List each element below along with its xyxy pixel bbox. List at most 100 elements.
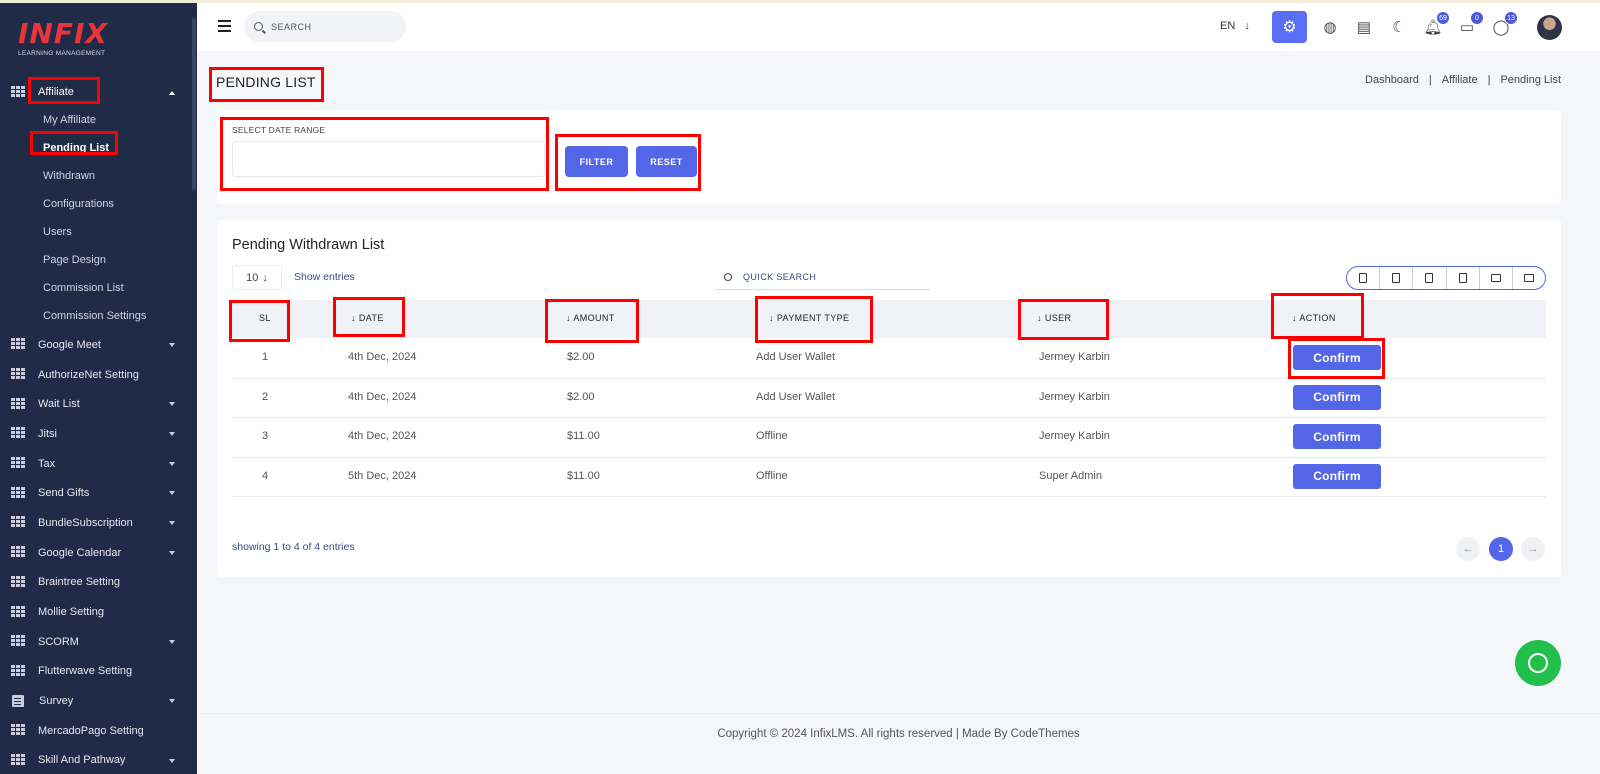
column-header-payment-type[interactable]: ↓ PAYMENT TYPE [769, 313, 849, 323]
sidebar-item-survey[interactable]: Survey [0, 686, 197, 716]
sidebar-item-tax[interactable]: Tax [0, 449, 197, 479]
messages-button[interactable]: ▭ 0 [1458, 11, 1484, 36]
grid-icon [11, 338, 26, 351]
sidebar-item-label: Affiliate [38, 86, 74, 98]
column-header-label: DATE [358, 313, 384, 323]
grid-icon [11, 635, 26, 648]
confirm-button[interactable]: Confirm [1293, 424, 1381, 450]
grid-icon [11, 724, 26, 737]
breadcrumb-dashboard[interactable]: Dashboard [1365, 74, 1419, 86]
logo-tagline: LEARNING MANAGEMENT [18, 50, 106, 57]
excel-button[interactable] [1380, 267, 1414, 289]
confirm-button[interactable]: Confirm [1293, 463, 1381, 489]
previous-page-button[interactable]: ← [1456, 537, 1480, 561]
sidebar-item-label: SCORM [38, 635, 79, 648]
column-header-label: USER [1044, 313, 1072, 323]
cell-amount: $2.00 [567, 390, 595, 403]
submenu-item-my-affiliate[interactable]: My Affiliate [0, 106, 197, 134]
arrow-down-icon: ↓ [262, 271, 268, 284]
sidebar-menu: Affiliate My Affiliate Pending List With… [0, 78, 197, 774]
sidebar-item-send-gifts[interactable]: Send Gifts [0, 478, 197, 508]
column-header-action[interactable]: ↓ ACTION [1292, 313, 1336, 323]
logo[interactable]: INFIX LEARNING MANAGEMENT [18, 19, 108, 58]
language-select[interactable]: EN ↓ [1220, 20, 1250, 32]
row-divider [232, 377, 1546, 379]
print-button[interactable] [1480, 267, 1513, 289]
search-placeholder: SEARCH [271, 21, 312, 32]
column-header-user[interactable]: ↓ USER [1037, 313, 1071, 323]
avatar[interactable] [1537, 15, 1562, 40]
submenu-item-commission-settings[interactable]: Commission Settings [0, 302, 197, 330]
layout-button[interactable]: ▤ [1355, 18, 1373, 36]
caret-down-icon [169, 343, 175, 347]
reset-button[interactable]: RESET [636, 146, 697, 177]
sidebar-item-label: Flutterwave Setting [38, 665, 133, 678]
table-header [232, 300, 1546, 338]
confirm-button[interactable]: Confirm [1293, 345, 1381, 370]
globe-button[interactable]: ◍ [1321, 18, 1339, 36]
sidebar-item-label: AuthorizeNet Setting [38, 368, 139, 381]
column-header-label: AMOUNT [573, 313, 615, 323]
sidebar-item-skill-and-pathway[interactable]: Skill And Pathway [0, 746, 197, 774]
next-page-button[interactable]: → [1521, 537, 1545, 561]
submenu-item-page-design[interactable]: Page Design [0, 246, 197, 274]
list-title: Pending Withdrawn List [232, 237, 385, 253]
sidebar-item-label: Skill And Pathway [38, 754, 126, 767]
pdf-icon [1458, 273, 1467, 283]
grid-icon [11, 427, 26, 440]
csv-button[interactable] [1413, 267, 1447, 289]
chip-settings-button[interactable]: ⚙ [1272, 11, 1307, 43]
sidebar-item-label: Tax [38, 457, 56, 470]
whatsapp-button[interactable]: ◯ 13 [1492, 11, 1518, 36]
affiliate-submenu: My Affiliate Pending List Withdrawn Conf… [0, 106, 197, 330]
sidebar-item-jitsi[interactable]: Jitsi [0, 419, 197, 449]
sidebar-item-affiliate[interactable]: Affiliate [0, 78, 197, 106]
date-range-label: SELECT DATE RANGE [232, 125, 326, 135]
sidebar-item-wait-list[interactable]: Wait List [0, 389, 197, 419]
sidebar-item-scorm[interactable]: SCORM [0, 627, 197, 657]
grid-icon [11, 457, 26, 470]
copy-button[interactable] [1347, 267, 1381, 289]
grid-icon [11, 516, 26, 529]
dark-mode-button[interactable]: ☾ [1390, 18, 1408, 36]
caret-down-icon [169, 758, 175, 763]
confirm-button[interactable]: Confirm [1293, 384, 1381, 410]
pdf-button[interactable] [1447, 267, 1480, 289]
filter-button[interactable]: FILTER [565, 146, 628, 177]
sidebar-item-mollie-setting[interactable]: Mollie Setting [0, 597, 197, 627]
whatsapp-chat-button[interactable] [1515, 640, 1561, 686]
submenu-item-commission-list[interactable]: Commission List [0, 274, 197, 302]
search-input[interactable]: SEARCH [244, 11, 406, 42]
copyright-text: Copyright © 2024 InfixLMS. All rights re… [717, 728, 1080, 740]
submenu-item-configurations[interactable]: Configurations [0, 190, 197, 218]
hamburger-menu-icon[interactable] [218, 20, 231, 32]
notifications-button[interactable]: 🔔︎ 69 [1423, 11, 1450, 36]
column-header-amount[interactable]: ↓ AMOUNT [566, 313, 615, 323]
column-header-sl[interactable]: SL [259, 313, 271, 323]
sidebar-item-authorizenet-setting[interactable]: AuthorizeNet Setting [0, 360, 197, 390]
columns-button[interactable] [1513, 267, 1545, 289]
quick-search-input[interactable]: QUICK SEARCH [715, 265, 931, 290]
sidebar-item-label: MercadoPago Setting [38, 724, 144, 737]
submenu-item-users[interactable]: Users [0, 218, 197, 246]
breadcrumb-affiliate[interactable]: Affiliate [1442, 74, 1478, 86]
sidebar-item-mercadopago-setting[interactable]: MercadoPago Setting [0, 716, 197, 746]
caret-down-icon [169, 432, 175, 437]
footer: Copyright © 2024 InfixLMS. All rights re… [197, 713, 1600, 774]
column-header-date[interactable]: ↓ DATE [351, 313, 384, 323]
page-1-button[interactable]: 1 [1489, 537, 1513, 561]
cell-sl: 1 [262, 351, 269, 363]
sidebar-item-google-calendar[interactable]: Google Calendar [0, 538, 197, 568]
entries-select[interactable]: 10 ↓ [232, 265, 282, 290]
grid-icon [11, 85, 26, 99]
sidebar-item-bundlesubscription[interactable]: BundleSubscription [0, 508, 197, 538]
date-range-input[interactable] [232, 141, 545, 177]
sidebar-item-braintree-setting[interactable]: Braintree Setting [0, 568, 197, 598]
cell-sl: 3 [262, 430, 269, 443]
submenu-item-withdrawn[interactable]: Withdrawn [0, 162, 197, 190]
submenu-item-pending-list[interactable]: Pending List [0, 134, 197, 162]
csv-icon [1425, 273, 1434, 283]
sidebar-item-google-meet[interactable]: Google Meet [0, 330, 197, 360]
sidebar-item-flutterwave-setting[interactable]: Flutterwave Setting [0, 657, 197, 687]
breadcrumb: Dashboard | Affiliate | Pending List [1365, 74, 1561, 86]
